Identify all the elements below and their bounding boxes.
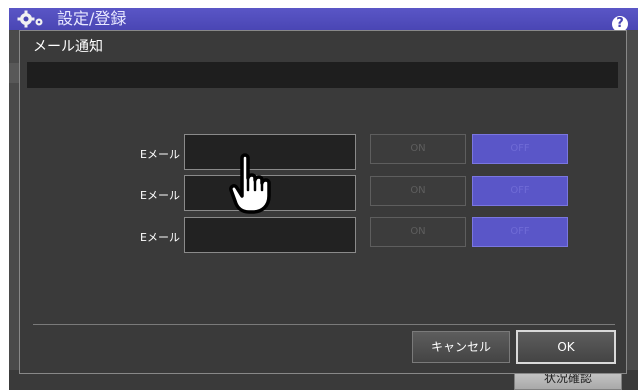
on-button-2[interactable]: ON xyxy=(370,176,466,206)
title-bar: 設定/登録 ? xyxy=(9,8,638,32)
cancel-button[interactable]: キャンセル xyxy=(412,331,510,363)
dialog-divider xyxy=(33,324,615,325)
hand-pointer-icon xyxy=(229,153,271,214)
email-label-1: Eメール xyxy=(140,148,180,161)
off-button-2[interactable]: OFF xyxy=(472,176,568,206)
dialog-message-area xyxy=(27,62,618,88)
on-button-1[interactable]: ON xyxy=(370,134,466,164)
off-button-1[interactable]: OFF xyxy=(472,134,568,164)
email-field-3[interactable] xyxy=(184,217,356,253)
ok-button[interactable]: OK xyxy=(516,330,616,364)
mail-notification-dialog: メール通知 Eメール ON OFF Eメール ON OFF Eメール ON OF… xyxy=(19,30,627,374)
email-label-2: Eメール xyxy=(140,189,180,202)
email-label-3: Eメール xyxy=(140,231,180,244)
app-title: 設定/登録 xyxy=(57,9,127,28)
off-button-3[interactable]: OFF xyxy=(472,217,568,247)
side-tab xyxy=(9,63,19,83)
on-button-3[interactable]: ON xyxy=(370,217,466,247)
gear-icon xyxy=(17,10,43,28)
dialog-title: メール通知 xyxy=(33,39,103,55)
